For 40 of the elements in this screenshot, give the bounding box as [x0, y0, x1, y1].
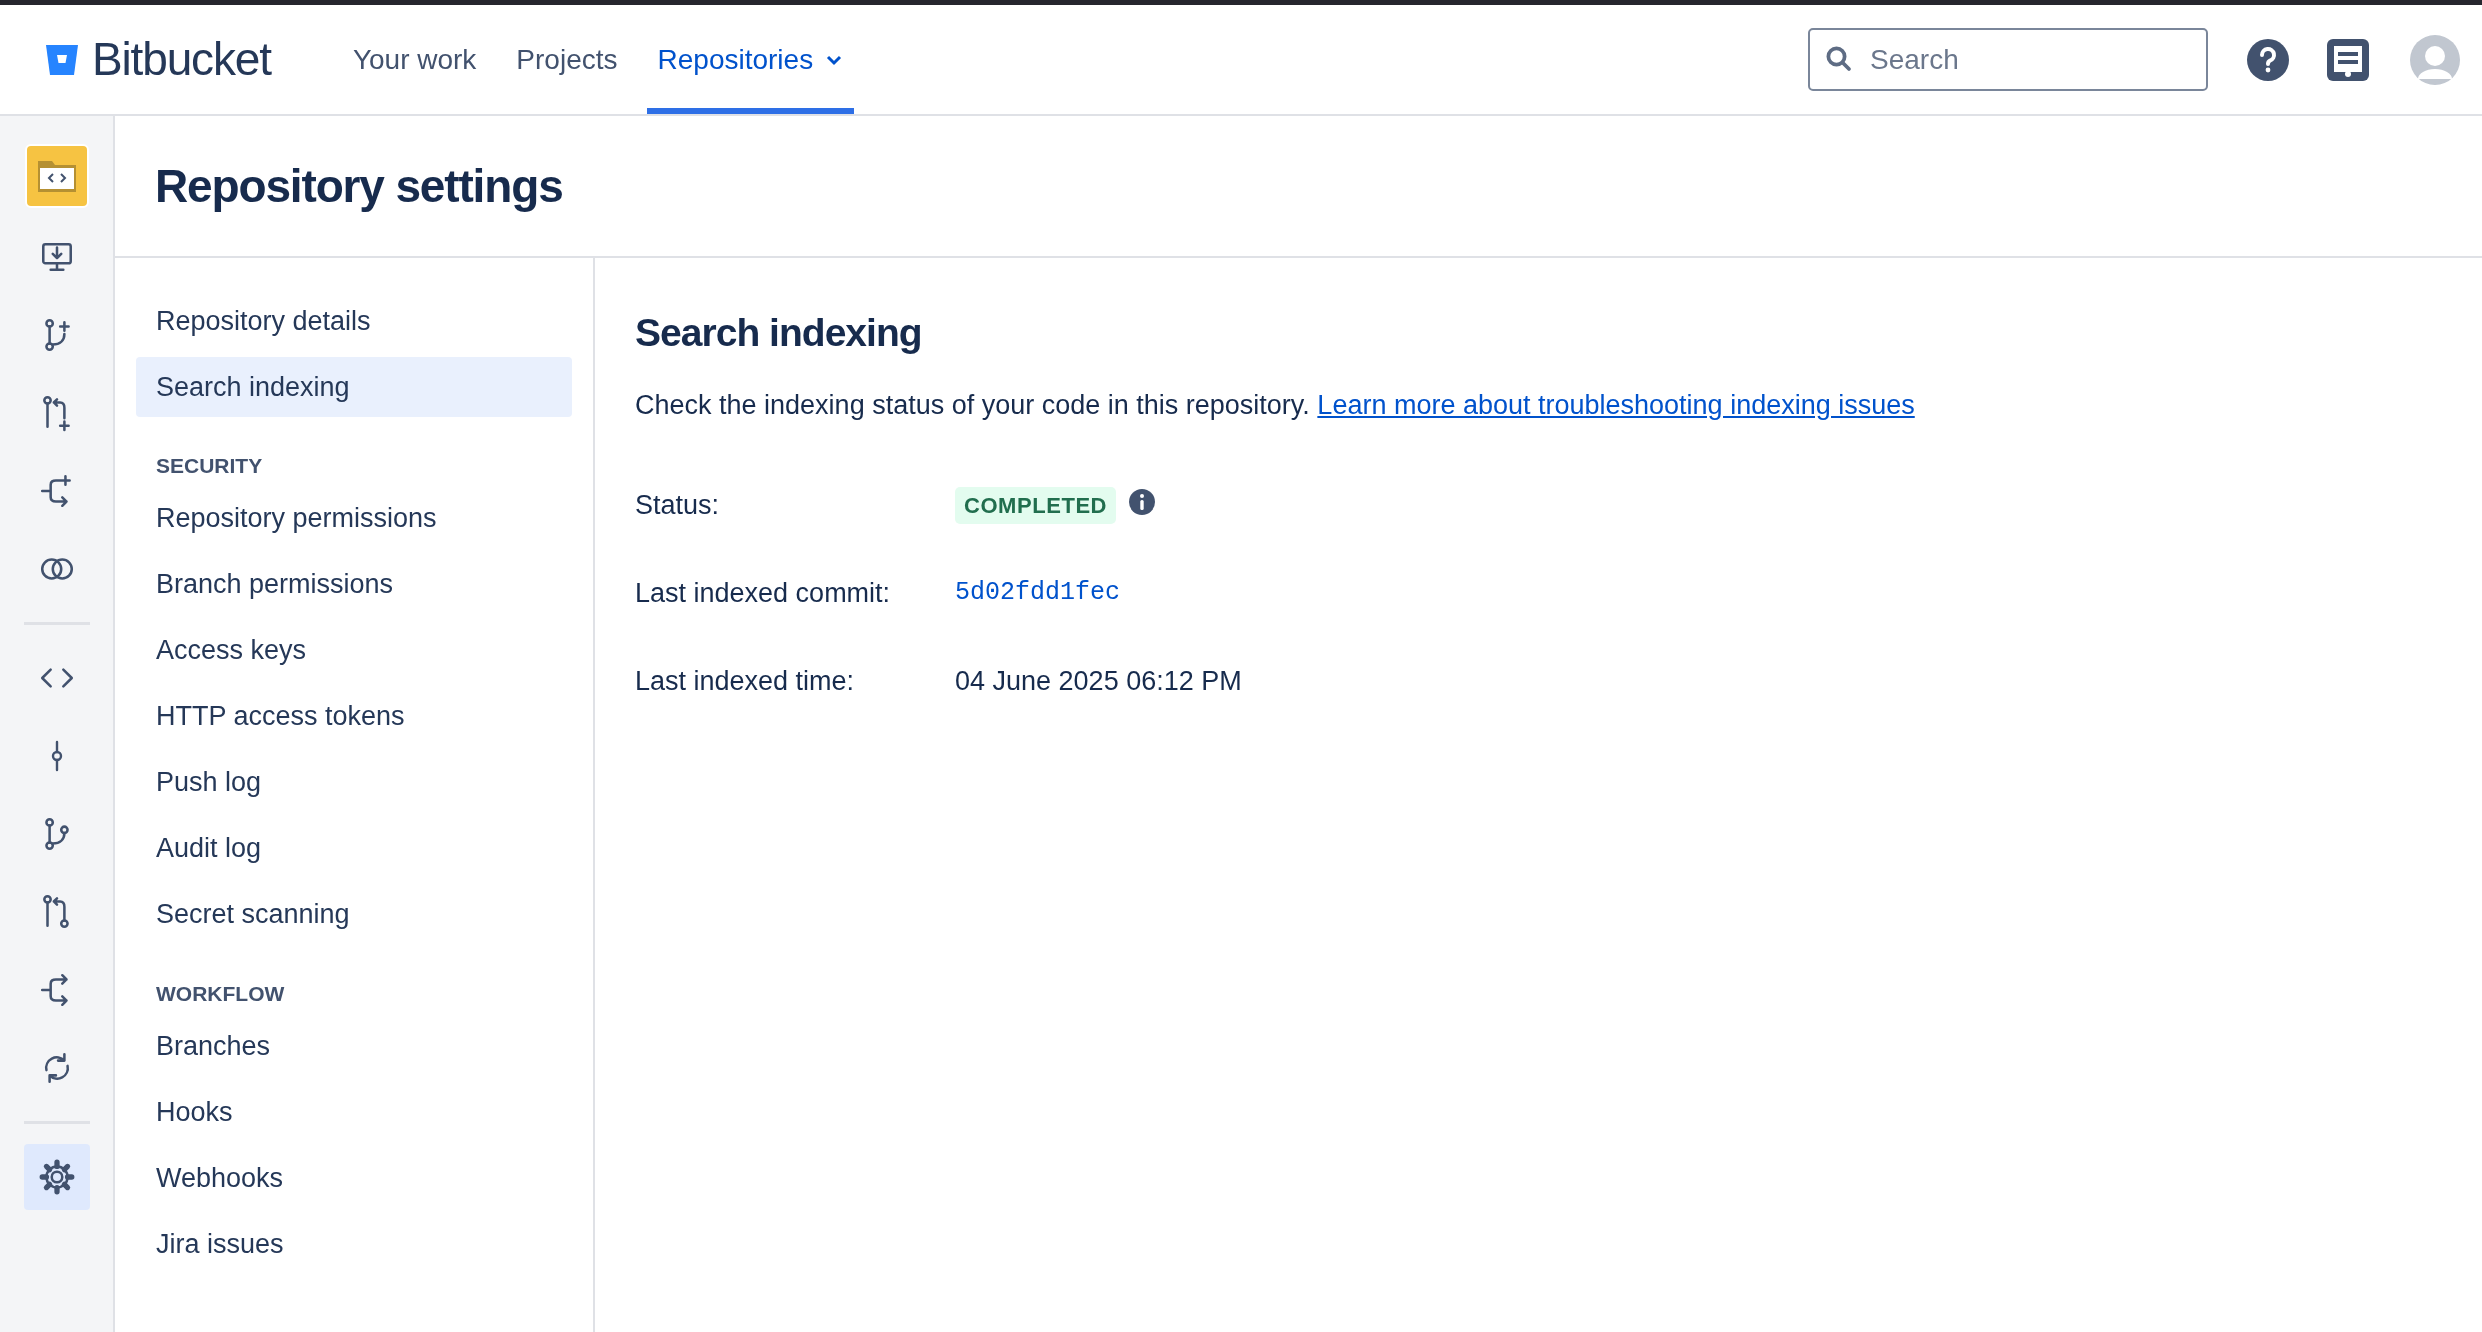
nav-tab[interactable]: Repositories: [646, 5, 855, 114]
settings-nav-item[interactable]: HTTP access tokens: [136, 686, 572, 747]
repository-avatar[interactable]: [24, 144, 89, 208]
settings-nav-item[interactable]: Webhooks: [136, 1148, 572, 1208]
bucket-logo-icon[interactable]: [44, 42, 80, 77]
info-icon[interactable]: [1128, 488, 1157, 516]
settings-nav-item[interactable]: Jira issues: [136, 1214, 572, 1274]
field-label: Last indexed commit:: [635, 576, 892, 610]
help-icon[interactable]: [2246, 37, 2290, 82]
section-heading: SECURITY: [155, 453, 264, 479]
settings-nav-item[interactable]: Branch permissions: [136, 554, 572, 615]
folder-code-icon: [36, 159, 77, 193]
commit-icon: [49, 738, 64, 774]
help-link[interactable]: Learn more about troubleshooting indexing issues: [1317, 389, 1915, 420]
settings-nav-item[interactable]: Push log: [136, 752, 572, 813]
field-label: Status:: [635, 488, 721, 522]
field-label: Last indexed time:: [635, 664, 856, 698]
section-heading: WORKFLOW: [155, 980, 286, 1007]
page-title: Repository settings: [155, 158, 563, 214]
search-icon: [1824, 44, 1854, 74]
settings-nav-item[interactable]: Repository permissions: [136, 488, 572, 549]
settings-nav-item[interactable]: Search indexing: [136, 357, 572, 417]
nav-tab[interactable]: Your work: [341, 5, 488, 114]
settings-nav-item[interactable]: Secret scanning: [136, 884, 572, 945]
settings-nav-item[interactable]: Hooks: [136, 1082, 572, 1142]
status-badge: COMPLETED: [955, 486, 1117, 524]
settings-nav-item[interactable]: Audit log: [136, 818, 572, 879]
settings-nav-item[interactable]: Access keys: [136, 620, 572, 681]
search-field[interactable]: Search: [1808, 28, 2208, 91]
sidebar-settings-button[interactable]: [23, 1144, 90, 1210]
section-title: Search indexing: [635, 310, 923, 356]
description-text: Check the indexing status of your code in this repository. Learn more about troubleshooting indexing issues: [635, 388, 1915, 422]
logo-text[interactable]: Bitbucket: [92, 25, 271, 94]
field-value: 04 June 2025 06:12 PM: [955, 664, 1242, 698]
nav-tab[interactable]: Projects: [505, 5, 629, 114]
commit-hash-link[interactable]: 5d02fdd1fec: [955, 574, 1121, 612]
document-icon[interactable]: [2326, 37, 2370, 82]
settings-nav-item[interactable]: Branches: [136, 1016, 572, 1076]
settings-icon: [37, 1158, 76, 1196]
settings-nav-item[interactable]: Repository details: [136, 291, 572, 351]
